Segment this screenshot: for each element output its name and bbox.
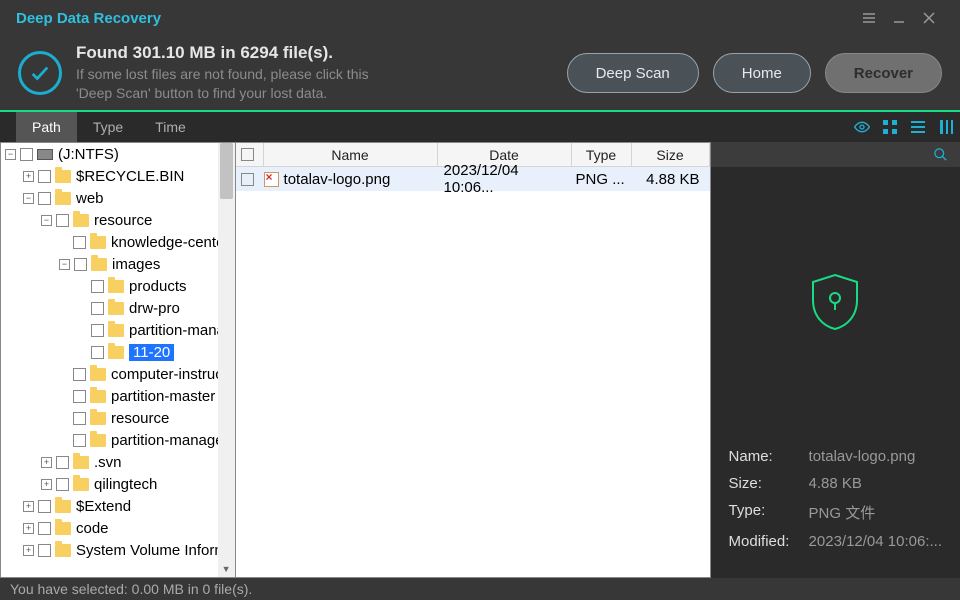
tree-item[interactable]: computer-instruction: [1, 363, 235, 385]
status-bar: You have selected: 0.00 MB in 0 file(s).: [0, 578, 960, 600]
eye-icon[interactable]: [848, 113, 876, 141]
hint-line-2: 'Deep Scan' button to find your lost dat…: [76, 84, 553, 103]
tree-item[interactable]: drw-pro: [1, 297, 235, 319]
tree-item[interactable]: partition-manage: [1, 319, 235, 341]
tab-path[interactable]: Path: [16, 112, 77, 142]
file-list: Name Date Type Size totalav-logo.png 202…: [236, 142, 711, 578]
title-bar: Deep Data Recovery: [0, 0, 960, 36]
tree-item[interactable]: partition-master: [1, 385, 235, 407]
detail-key-modified: Modified:: [729, 533, 809, 550]
preview-area: [711, 167, 960, 436]
tree-item[interactable]: partition-manager: [1, 429, 235, 451]
view-tabs: Path Type Time: [0, 112, 960, 142]
tree-item[interactable]: +$RECYCLE.BIN: [1, 165, 235, 187]
header-type[interactable]: Type: [572, 143, 632, 166]
search-bar[interactable]: [711, 142, 960, 167]
tree-item[interactable]: −resource: [1, 209, 235, 231]
recover-button[interactable]: Recover: [825, 53, 942, 93]
tree-scrollbar[interactable]: ▼: [218, 143, 235, 577]
hint-line-1: If some lost files are not found, please…: [76, 65, 553, 84]
detail-key-size: Size:: [729, 475, 809, 492]
tree-item[interactable]: −web: [1, 187, 235, 209]
tree-item[interactable]: resource: [1, 407, 235, 429]
home-button[interactable]: Home: [713, 53, 811, 93]
grid-icon[interactable]: [876, 113, 904, 141]
search-icon[interactable]: [933, 147, 948, 162]
tree-item[interactable]: +code: [1, 517, 235, 539]
file-row[interactable]: totalav-logo.png 2023/12/04 10:06... PNG…: [236, 167, 710, 191]
list-icon[interactable]: [904, 113, 932, 141]
tree-item[interactable]: +$Extend: [1, 495, 235, 517]
tree-root[interactable]: −(J:NTFS): [1, 143, 235, 165]
tree-item[interactable]: −images: [1, 253, 235, 275]
header-checkbox[interactable]: [236, 143, 264, 166]
tree-item[interactable]: knowledge-center: [1, 231, 235, 253]
detail-icon[interactable]: [932, 113, 960, 141]
tree-item[interactable]: products: [1, 275, 235, 297]
app-title: Deep Data Recovery: [16, 10, 161, 27]
file-size: 4.88 KB: [632, 171, 710, 188]
scan-header: Found 301.10 MB in 6294 file(s). If some…: [0, 36, 960, 110]
file-name: totalav-logo.png: [284, 171, 391, 188]
minimize-icon[interactable]: [884, 3, 914, 33]
tab-time[interactable]: Time: [139, 112, 202, 142]
menu-icon[interactable]: [854, 3, 884, 33]
tab-type[interactable]: Type: [77, 112, 139, 142]
found-summary: Found 301.10 MB in 6294 file(s).: [76, 43, 553, 63]
header-name[interactable]: Name: [264, 143, 438, 166]
detail-val-modified: 2023/12/04 10:06:...: [809, 533, 942, 550]
tree-item[interactable]: +.svn: [1, 451, 235, 473]
detail-val-type: PNG 文件: [809, 502, 876, 523]
file-details: Name:totalav-logo.png Size:4.88 KB Type:…: [711, 436, 960, 578]
check-icon: [18, 51, 62, 95]
detail-val-size: 4.88 KB: [809, 475, 862, 492]
tree-item[interactable]: +qilingtech: [1, 473, 235, 495]
detail-key-type: Type:: [729, 502, 809, 523]
tree-item[interactable]: +System Volume Information: [1, 539, 235, 561]
file-icon: [264, 172, 279, 187]
detail-key-name: Name:: [729, 448, 809, 465]
row-checkbox[interactable]: [241, 173, 254, 186]
tree-item-selected[interactable]: 11-20: [1, 341, 235, 363]
detail-val-name: totalav-logo.png: [809, 448, 916, 465]
selection-status: You have selected: 0.00 MB in 0 file(s).: [10, 581, 252, 597]
file-date: 2023/12/04 10:06...: [438, 162, 572, 196]
folder-tree: −(J:NTFS) +$RECYCLE.BIN −web −resource k…: [0, 142, 236, 578]
close-icon[interactable]: [914, 3, 944, 33]
detail-panel: Name:totalav-logo.png Size:4.88 KB Type:…: [711, 142, 960, 578]
deep-scan-button[interactable]: Deep Scan: [567, 53, 699, 93]
shield-icon: [809, 272, 861, 332]
file-type: PNG ...: [572, 171, 632, 188]
header-size[interactable]: Size: [632, 143, 710, 166]
